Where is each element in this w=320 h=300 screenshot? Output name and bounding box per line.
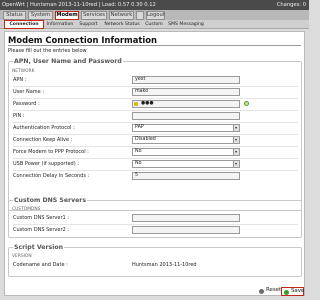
page-title: Modem Connection Information	[8, 35, 157, 45]
keep-alive-value: Disabled	[135, 137, 156, 142]
username-input[interactable]: mako	[132, 88, 240, 96]
reset-icon	[259, 288, 264, 294]
auth-protocol-row: Authentication Protocol : PAP	[13, 123, 298, 135]
force-ppp-value: No	[135, 149, 142, 154]
keep-alive-select[interactable]: Disabled	[132, 136, 240, 144]
codename-value: Huntsman 2013-11-10red	[132, 262, 197, 268]
save-icon	[284, 289, 289, 295]
dns1-row: Custom DNS Server1 :	[13, 213, 298, 225]
tab-services[interactable]: Services	[81, 11, 107, 20]
row-divider	[13, 133, 298, 135]
subtab-network-status[interactable]: Network Status	[102, 20, 142, 29]
save-button[interactable]: Save	[281, 287, 304, 296]
reset-button[interactable]: Reset	[257, 287, 281, 296]
connection-delay-input[interactable]: 5	[132, 172, 240, 180]
main-menu: Status System Modem Services Network Log…	[0, 10, 309, 20]
row-divider	[13, 145, 298, 147]
force-ppp-select[interactable]: No	[132, 148, 240, 156]
codename-label: Codename and Date :	[13, 262, 68, 268]
usb-power-select[interactable]: No	[132, 160, 240, 168]
tab-network[interactable]: Network	[109, 11, 134, 20]
sub-menu: Connection Information Support Network S…	[0, 20, 309, 29]
password-row: Password : ●●●	[13, 99, 298, 111]
title-divider	[8, 45, 301, 46]
pin-label: PIN :	[13, 113, 25, 119]
tab-logout[interactable]: Logout	[146, 11, 165, 20]
dns1-input[interactable]	[132, 214, 240, 222]
usb-power-label: USB Power (if supported) :	[13, 161, 79, 167]
changes-counter[interactable]: Changes: 0	[277, 2, 306, 8]
apn-label: APN :	[13, 77, 27, 83]
dns2-input[interactable]	[132, 226, 240, 234]
dns1-label: Custom DNS Server1 :	[13, 215, 69, 221]
row-divider	[13, 223, 298, 225]
connection-delay-label: Connection Delay in Seconds :	[13, 173, 90, 179]
content-panel: Modem Connection Information Please fill…	[4, 31, 305, 296]
username-row: User Name : mako	[13, 87, 298, 99]
row-divider	[13, 85, 298, 87]
tab-status[interactable]: Status	[3, 11, 26, 20]
chevron-down-icon	[233, 161, 239, 167]
chevron-down-icon	[233, 137, 239, 143]
auth-protocol-value: PAP	[135, 125, 144, 130]
row-divider	[13, 109, 298, 111]
row-divider	[13, 97, 298, 99]
reset-label: Reset	[266, 287, 282, 293]
apn-legend: APN, User Name and Password	[13, 58, 123, 65]
subtab-sms-messaging[interactable]: SMS Messaging	[166, 20, 206, 29]
row-divider	[13, 169, 298, 171]
subtab-custom[interactable]: Custom	[143, 20, 165, 29]
network-section-label: NETWORK	[12, 69, 35, 74]
key-icon	[134, 101, 138, 106]
apn-row: APN : yext	[13, 75, 298, 87]
pin-input[interactable]	[132, 112, 240, 120]
chevron-down-icon	[233, 125, 239, 131]
top-status-bar: OpenWrt | Huntsman 2013-11-10red | Load:…	[0, 0, 309, 10]
row-divider	[13, 121, 298, 123]
keep-alive-row: Connection Keep Alive : Disabled	[13, 135, 298, 147]
auth-protocol-select[interactable]: PAP	[132, 124, 240, 132]
tab-extra[interactable]	[136, 11, 144, 20]
form-footer: Reset Save	[5, 287, 304, 296]
auth-protocol-label: Authentication Protocol :	[13, 125, 75, 131]
subtab-connection[interactable]: Connection	[4, 20, 44, 29]
intro-text: Please fill out the entries below	[8, 48, 87, 54]
customdns-section-label: CUSTOMDNS	[12, 207, 41, 212]
codename-row: Codename and Date : Huntsman 2013-11-10r…	[13, 260, 298, 271]
subtab-support[interactable]: Support	[76, 20, 101, 29]
script-legend: Script Version	[13, 244, 64, 251]
chevron-down-icon	[233, 149, 239, 155]
version-section-label: VERSION	[12, 254, 32, 259]
dns2-label: Custom DNS Server2 :	[13, 227, 69, 233]
row-divider	[13, 157, 298, 159]
tab-modem[interactable]: Modem	[55, 11, 79, 20]
force-ppp-label: Force Modem to PPP Protocol :	[13, 149, 89, 155]
connection-delay-row: Connection Delay in Seconds : 5	[13, 171, 298, 182]
password-input[interactable]: ●●●	[132, 100, 240, 108]
save-label: Save	[291, 288, 305, 294]
reveal-password-icon[interactable]	[244, 101, 249, 106]
subtab-information[interactable]: Information	[45, 20, 75, 29]
router-status-text: OpenWrt | Huntsman 2013-11-10red | Load:…	[2, 2, 156, 8]
password-label: Password :	[13, 101, 40, 107]
dns-legend: Custom DNS Servers	[13, 197, 88, 204]
force-ppp-row: Force Modem to PPP Protocol : No	[13, 147, 298, 159]
usb-power-row: USB Power (if supported) : No	[13, 159, 298, 171]
username-label: User Name :	[13, 89, 45, 95]
pin-row: PIN :	[13, 111, 298, 123]
keep-alive-label: Connection Keep Alive :	[13, 137, 73, 143]
apn-input[interactable]: yext	[132, 76, 240, 84]
tab-system[interactable]: System	[28, 11, 53, 20]
dns2-row: Custom DNS Server2 :	[13, 225, 298, 236]
usb-power-value: No	[135, 161, 142, 166]
